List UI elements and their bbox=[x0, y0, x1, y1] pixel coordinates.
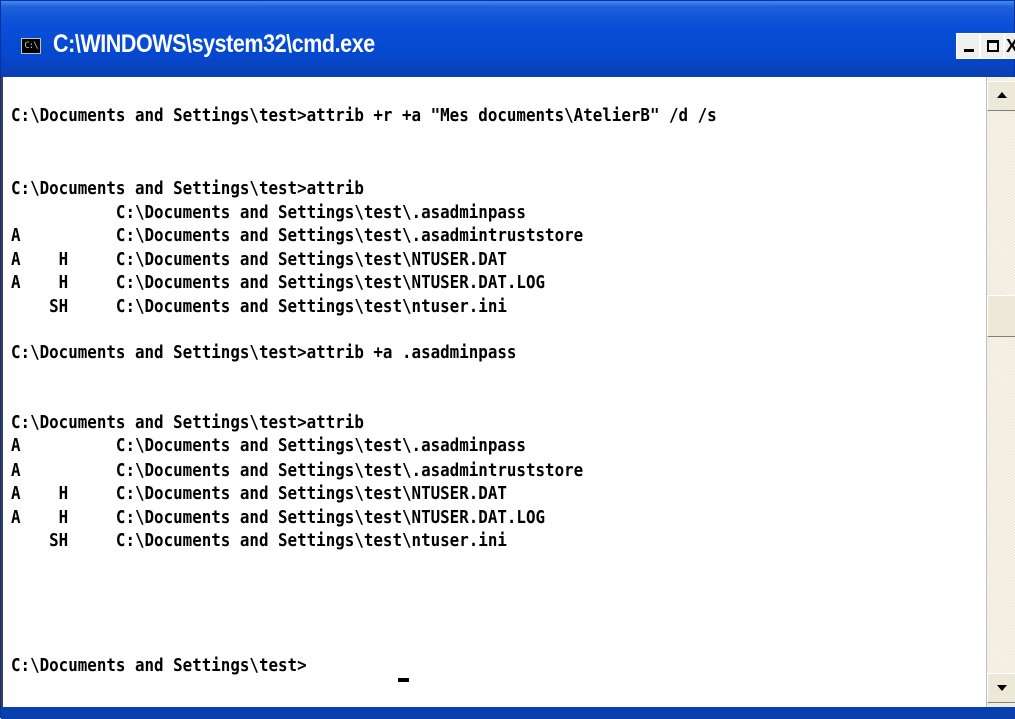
cmd-window: C:\ C:\WINDOWS\system32\cmd.exe X C:\Doc… bbox=[0, 0, 1015, 719]
console-line: A H C:\Documents and Settings\test\NTUSE… bbox=[11, 483, 507, 504]
minimize-button[interactable] bbox=[956, 33, 980, 59]
console-line: C:\Documents and Settings\test>attrib +r… bbox=[11, 105, 717, 126]
console-line: A C:\Documents and Settings\test\.asadmi… bbox=[11, 435, 526, 456]
console-line: A H C:\Documents and Settings\test\NTUSE… bbox=[11, 249, 507, 270]
console-output[interactable]: C:\Documents and Settings\test>attrib +r… bbox=[1, 77, 986, 707]
close-icon: X bbox=[1006, 35, 1015, 57]
console-line: C:\Documents and Settings\test>attrib +a… bbox=[11, 342, 517, 363]
close-button[interactable]: X bbox=[1004, 33, 1015, 59]
console-line: A C:\Documents and Settings\test\.asadmi… bbox=[11, 225, 584, 246]
scrollbar-thumb[interactable] bbox=[987, 295, 1015, 337]
scroll-down-button[interactable] bbox=[987, 673, 1015, 703]
console-prompt: C:\Documents and Settings\test> bbox=[11, 655, 307, 676]
console-line: A C:\Documents and Settings\test\.asadmi… bbox=[11, 460, 584, 481]
console-line: SH C:\Documents and Settings\test\ntuser… bbox=[11, 530, 507, 551]
console-icon[interactable]: C:\ bbox=[21, 38, 41, 54]
maximize-icon bbox=[987, 40, 999, 52]
console-line: C:\Documents and Settings\test>attrib bbox=[11, 178, 364, 199]
vertical-scrollbar[interactable] bbox=[986, 77, 1015, 707]
scroll-up-button[interactable] bbox=[987, 81, 1015, 111]
arrow-up-icon bbox=[997, 92, 1007, 98]
title-bar[interactable]: C:\ C:\WINDOWS\system32\cmd.exe X bbox=[1, 1, 1015, 77]
window-title: C:\WINDOWS\system32\cmd.exe bbox=[53, 30, 375, 58]
window-bottom-border bbox=[1, 707, 1015, 719]
minimize-icon bbox=[964, 49, 974, 52]
console-line: A H C:\Documents and Settings\test\NTUSE… bbox=[11, 272, 546, 293]
console-line: A H C:\Documents and Settings\test\NTUSE… bbox=[11, 507, 546, 528]
console-line: C:\Documents and Settings\test\.asadminp… bbox=[11, 202, 526, 223]
arrow-down-icon bbox=[997, 685, 1007, 691]
console-line: SH C:\Documents and Settings\test\ntuser… bbox=[11, 296, 507, 317]
text-cursor bbox=[398, 678, 409, 682]
console-line: C:\Documents and Settings\test>attrib bbox=[11, 412, 364, 433]
maximize-button[interactable] bbox=[980, 33, 1004, 59]
